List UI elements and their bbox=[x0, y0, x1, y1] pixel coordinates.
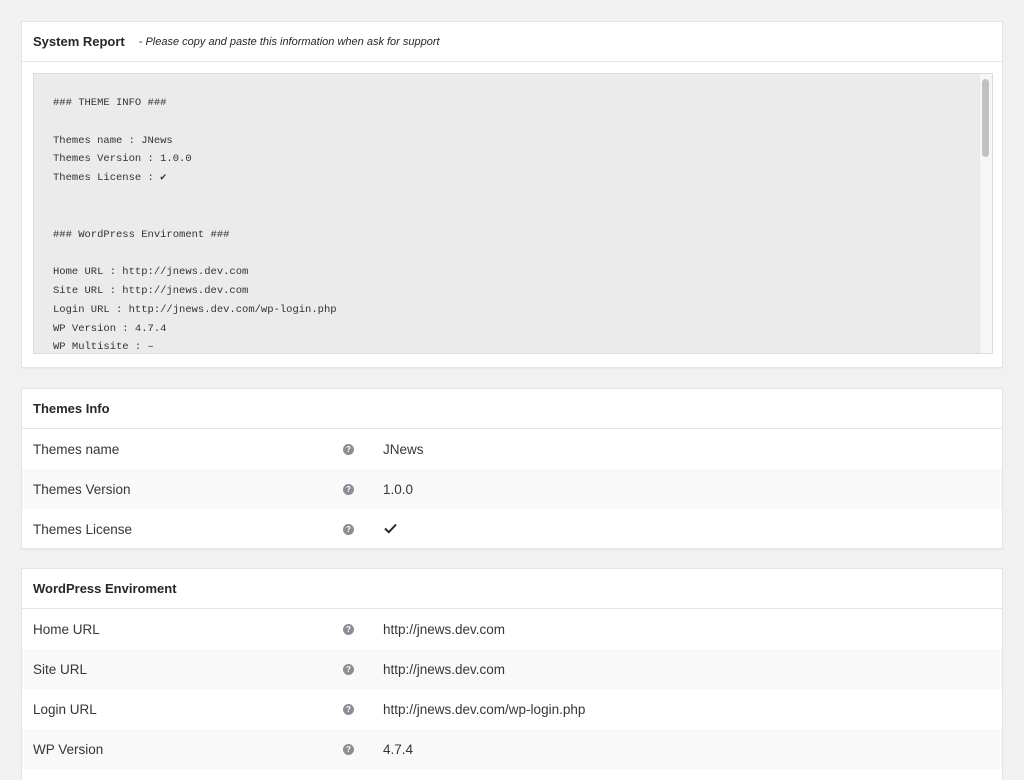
help-icon[interactable]: ? bbox=[343, 623, 354, 635]
row-value: http://jnews.dev.com bbox=[383, 661, 506, 677]
row-label: Themes name bbox=[33, 441, 120, 457]
row-value: JNews bbox=[383, 441, 424, 457]
row-label: Login URL bbox=[33, 701, 97, 717]
wordpress-environment-header: WordPress Enviroment bbox=[22, 569, 1002, 609]
report-scrollbar-thumb[interactable] bbox=[982, 79, 989, 157]
report-line: Login URL : http://jnews.dev.com/wp-logi… bbox=[53, 303, 337, 316]
table-row: Site URL ? http://jnews.dev.com bbox=[22, 649, 1002, 689]
report-line: Themes License : ✔ bbox=[53, 172, 167, 185]
system-report-title: System Report bbox=[33, 34, 125, 49]
row-label: Home URL bbox=[33, 621, 100, 637]
table-row: Themes name ? JNews bbox=[22, 429, 1002, 469]
report-line bbox=[53, 188, 337, 207]
row-value: http://jnews.dev.com bbox=[383, 621, 506, 637]
report-line: Home URL : http://jnews.dev.com bbox=[53, 266, 249, 279]
wordpress-environment-title: WordPress Enviroment bbox=[33, 581, 177, 596]
row-label: Site URL bbox=[33, 661, 88, 677]
help-icon[interactable]: ? bbox=[343, 483, 354, 495]
system-report-textarea[interactable]: ### THEME INFO ### Themes name : JNews Th… bbox=[33, 73, 993, 354]
report-line: WP Multisite : – bbox=[53, 341, 154, 354]
table-row: Themes Version ? 1.0.0 bbox=[22, 469, 1002, 509]
themes-info-panel: Themes Info Themes name ? JNews Themes V… bbox=[21, 388, 1003, 549]
report-line bbox=[53, 207, 337, 226]
report-line: ### WordPress Enviroment ### bbox=[53, 228, 230, 241]
report-line: ### THEME INFO ### bbox=[53, 97, 167, 109]
report-line bbox=[53, 244, 337, 263]
system-report-subtitle: - Please copy and paste this information… bbox=[138, 35, 440, 48]
row-label: Themes License bbox=[33, 521, 133, 537]
table-row: Login URL ? http://jnews.dev.com/wp-logi… bbox=[22, 689, 1002, 729]
help-icon[interactable]: ? bbox=[343, 523, 354, 535]
themes-info-title: Themes Info bbox=[33, 401, 110, 416]
system-report-header: System Report - Please copy and paste th… bbox=[22, 22, 1002, 62]
themes-info-header: Themes Info bbox=[22, 389, 1002, 429]
report-line: Themes Version : 1.0.0 bbox=[53, 153, 192, 166]
system-report-content[interactable]: ### THEME INFO ### Themes name : JNews Th… bbox=[53, 94, 337, 354]
row-value: http://jnews.dev.com/wp-login.php bbox=[383, 701, 586, 717]
row-label: Themes Version bbox=[33, 481, 131, 497]
report-line bbox=[53, 113, 337, 132]
report-line: Themes name : JNews bbox=[53, 134, 173, 147]
check-icon bbox=[384, 523, 397, 534]
help-icon[interactable]: ? bbox=[343, 663, 354, 675]
table-row: Home URL ? http://jnews.dev.com bbox=[22, 609, 1002, 649]
system-report-panel: System Report - Please copy and paste th… bbox=[21, 21, 1003, 368]
row-value: 1.0.0 bbox=[383, 481, 414, 497]
row-label: WP Version bbox=[33, 741, 104, 757]
report-line: WP Version : 4.7.4 bbox=[53, 322, 167, 335]
help-icon[interactable]: ? bbox=[343, 703, 354, 715]
wordpress-environment-panel: WordPress Enviroment Home URL ? http://j… bbox=[21, 568, 1003, 780]
row-value: 4.7.4 bbox=[383, 741, 414, 757]
report-scrollbar[interactable] bbox=[979, 74, 992, 353]
help-icon[interactable]: ? bbox=[343, 743, 354, 755]
table-row: WP Version ? 4.7.4 bbox=[22, 729, 1002, 769]
help-icon[interactable]: ? bbox=[343, 443, 354, 455]
table-row: Themes License ? bbox=[22, 509, 1002, 549]
report-line: Site URL : http://jnews.dev.com bbox=[53, 284, 249, 297]
